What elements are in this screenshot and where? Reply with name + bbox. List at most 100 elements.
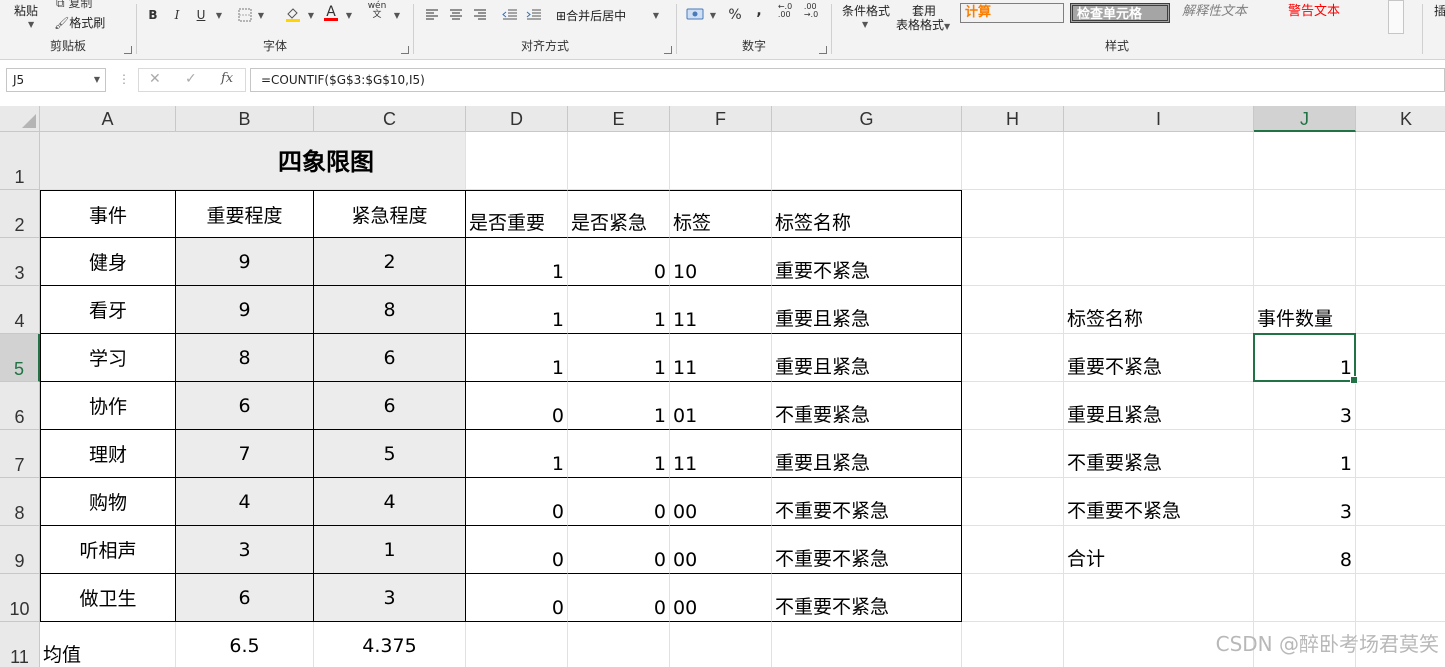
cell-k9[interactable] (1356, 526, 1445, 574)
event-cell[interactable]: 购物 (40, 478, 176, 526)
enter-icon[interactable]: ✓ (185, 71, 197, 87)
average-urgency[interactable]: 4.375 (314, 622, 466, 667)
font-color-dropdown-icon[interactable]: ▼ (339, 6, 359, 24)
formula-bar-grip-icon[interactable]: ⋮ (118, 72, 130, 86)
fill-dropdown-icon[interactable]: ▼ (301, 6, 321, 24)
event-cell[interactable]: 协作 (40, 382, 176, 430)
row-header-8[interactable]: 8 (0, 478, 40, 526)
summary-name-cell[interactable]: 不重要紧急 (1064, 430, 1254, 478)
summary-count-cell[interactable]: 3 (1254, 382, 1356, 430)
copy-button[interactable]: ⧉ 复制 (56, 0, 92, 11)
cell-h2[interactable] (962, 190, 1064, 238)
column-header-d[interactable]: D (466, 106, 568, 132)
header-tag-name[interactable]: 标签名称 (772, 190, 962, 238)
align-right-icon[interactable] (470, 6, 490, 24)
is-important-cell[interactable]: 0 (466, 478, 568, 526)
column-header-b[interactable]: B (176, 106, 314, 132)
column-header-e[interactable]: E (568, 106, 670, 132)
row-header-6[interactable]: 6 (0, 382, 40, 430)
header-is-urgent[interactable]: 是否紧急 (568, 190, 670, 238)
cell-k1[interactable] (1356, 132, 1445, 190)
summary-header-count[interactable]: 事件数量 (1254, 286, 1356, 334)
name-box-dropdown-icon[interactable]: ▼ (94, 69, 100, 91)
summary-name-cell[interactable]: 重要不紧急 (1064, 334, 1254, 382)
cell-k10[interactable] (1356, 574, 1445, 622)
summary-count-cell[interactable]: 8 (1254, 526, 1356, 574)
clipboard-launcher-icon[interactable] (124, 46, 132, 54)
insert-button-stub[interactable]: 插 (1434, 2, 1445, 19)
styles-scroll-icon[interactable] (1388, 0, 1404, 34)
event-cell[interactable]: 看牙 (40, 286, 176, 334)
currency-icon[interactable] (685, 5, 705, 23)
header-importance[interactable]: 重要程度 (176, 190, 314, 238)
is-important-cell[interactable]: 0 (466, 526, 568, 574)
alignment-launcher-icon[interactable] (664, 46, 672, 54)
cell-h10[interactable] (962, 574, 1064, 622)
tag-name-cell[interactable]: 重要不紧急 (772, 238, 962, 286)
phonetic-icon[interactable]: wén 文 (367, 2, 387, 20)
cell-h11[interactable] (962, 622, 1064, 667)
bold-button[interactable]: B (143, 6, 163, 24)
urgency-cell[interactable]: 2 (314, 238, 466, 286)
row-header-11[interactable]: 11 (0, 622, 40, 667)
cell-k3[interactable] (1356, 238, 1445, 286)
cell-f1[interactable] (670, 132, 772, 190)
is-urgent-cell[interactable]: 1 (568, 334, 670, 382)
cell-h4[interactable] (962, 286, 1064, 334)
cell-h9[interactable] (962, 526, 1064, 574)
cell-k5[interactable] (1356, 334, 1445, 382)
importance-cell[interactable]: 3 (176, 526, 314, 574)
cell-j3[interactable] (1254, 238, 1356, 286)
cell-g1[interactable] (772, 132, 962, 190)
cell-j10[interactable] (1254, 574, 1356, 622)
importance-cell[interactable]: 4 (176, 478, 314, 526)
cell-k8[interactable] (1356, 478, 1445, 526)
cell-i1[interactable] (1064, 132, 1254, 190)
row-header-5[interactable]: 5 (0, 334, 40, 382)
merge-dropdown-icon[interactable]: ▼ (646, 6, 666, 24)
cell-i10[interactable] (1064, 574, 1254, 622)
is-urgent-cell[interactable]: 1 (568, 430, 670, 478)
urgency-cell[interactable]: 3 (314, 574, 466, 622)
is-important-cell[interactable]: 1 (466, 430, 568, 478)
importance-cell[interactable]: 9 (176, 238, 314, 286)
cell-d1[interactable] (466, 132, 568, 190)
cell-h1[interactable] (962, 132, 1064, 190)
merge-center-button[interactable]: ⊞合并后居中 (556, 7, 626, 24)
select-all-corner[interactable] (0, 106, 40, 132)
row-header-9[interactable]: 9 (0, 526, 40, 574)
decrease-indent-icon[interactable] (500, 6, 520, 24)
summary-name-cell[interactable]: 不重要不紧急 (1064, 478, 1254, 526)
row-header-7[interactable]: 7 (0, 430, 40, 478)
cell-d11[interactable] (466, 622, 568, 667)
cell-e11[interactable] (568, 622, 670, 667)
summary-name-cell[interactable]: 重要且紧急 (1064, 382, 1254, 430)
tag-cell[interactable]: 11 (670, 286, 772, 334)
comma-button[interactable]: , (749, 2, 769, 20)
is-urgent-cell[interactable]: 1 (568, 382, 670, 430)
header-urgency[interactable]: 紧急程度 (314, 190, 466, 238)
align-left-icon[interactable] (422, 6, 442, 24)
cancel-icon[interactable]: ✕ (149, 71, 161, 87)
urgency-cell[interactable]: 1 (314, 526, 466, 574)
average-label[interactable]: 均值 (40, 622, 176, 667)
event-cell[interactable]: 做卫生 (40, 574, 176, 622)
is-urgent-cell[interactable]: 1 (568, 286, 670, 334)
summary-count-cell[interactable]: 1 (1254, 334, 1356, 382)
increase-decimal-icon[interactable]: ←.0 .00 (775, 2, 795, 20)
align-center-icon[interactable] (446, 6, 466, 24)
increase-indent-icon[interactable] (524, 6, 544, 24)
sheet-title[interactable]: 四象限图 (40, 132, 466, 190)
row-header-3[interactable]: 3 (0, 238, 40, 286)
cell-k2[interactable] (1356, 190, 1445, 238)
paste-button[interactable]: 粘贴 (14, 2, 38, 19)
cell-h6[interactable] (962, 382, 1064, 430)
row-header-2[interactable]: 2 (0, 190, 40, 238)
cell-i3[interactable] (1064, 238, 1254, 286)
tag-cell[interactable]: 01 (670, 382, 772, 430)
underline-dropdown-icon[interactable]: ▼ (209, 6, 229, 24)
event-cell[interactable]: 学习 (40, 334, 176, 382)
importance-cell[interactable]: 9 (176, 286, 314, 334)
summary-count-cell[interactable]: 3 (1254, 478, 1356, 526)
column-header-h[interactable]: H (962, 106, 1064, 132)
